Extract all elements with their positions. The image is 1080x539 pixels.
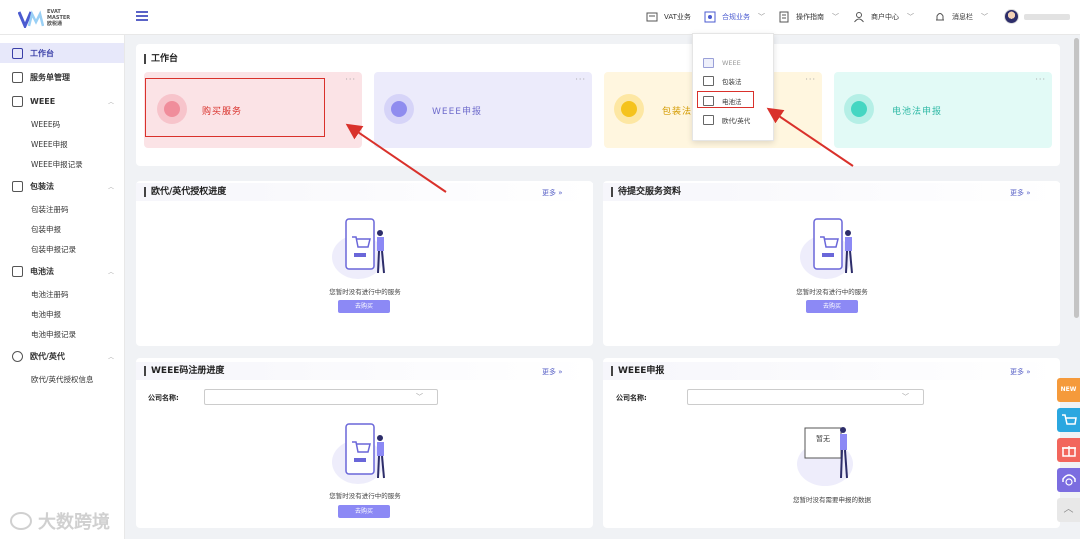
annotation-arrows [345, 107, 854, 193]
gift-float-button[interactable] [1057, 438, 1080, 462]
support-float-button[interactable] [1057, 468, 1080, 492]
arrow-to-buy [345, 123, 447, 193]
cart-float-button[interactable] [1057, 408, 1080, 432]
new-badge-button[interactable]: NEW [1057, 378, 1080, 402]
arrow-to-battery [766, 107, 854, 167]
chevron-up-icon: ︿ [1063, 504, 1074, 515]
gift-icon [1062, 446, 1076, 457]
watermark: 大数跨境 [10, 508, 110, 534]
scrollbar[interactable] [1074, 38, 1079, 318]
watermark-text: 大数跨境 [38, 512, 110, 533]
new-badge-label: NEW [1060, 386, 1077, 393]
cart-icon [1062, 414, 1077, 425]
back-to-top-button[interactable]: ︿ [1057, 498, 1080, 522]
watermark-logo-icon [10, 512, 32, 530]
headset-icon [1062, 474, 1076, 486]
